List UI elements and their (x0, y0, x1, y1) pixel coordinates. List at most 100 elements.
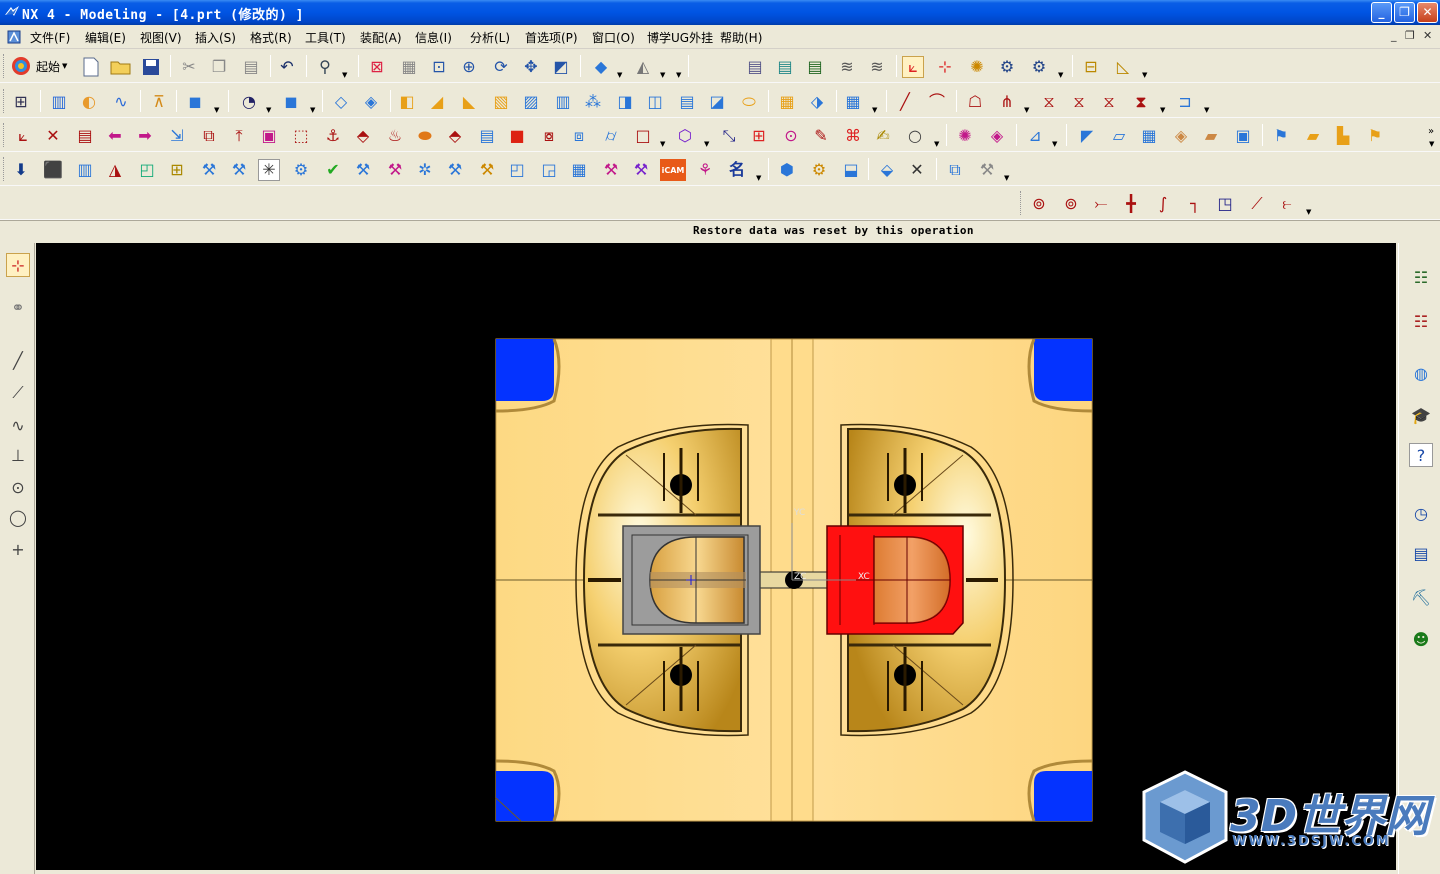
start-button[interactable]: 起始 ▼ (10, 54, 67, 78)
trim-body-icon[interactable]: ◨ (614, 91, 636, 113)
shaded-view-icon[interactable]: ◆ (590, 56, 612, 78)
wcs-dynamics-icon[interactable]: ⟀ (902, 56, 924, 78)
curve-offset-icon[interactable]: ⧖ (1038, 91, 1060, 113)
wcs-origin-icon[interactable]: ⊹ (934, 56, 956, 78)
slider-icon[interactable]: ⚒ (352, 159, 374, 181)
menu-edit[interactable]: 编辑(E) (85, 29, 126, 46)
extract-icon[interactable]: ⬗ (806, 91, 828, 113)
circle-center-tool-icon[interactable]: ⊙ (6, 475, 30, 499)
helix-icon[interactable]: ⌘ (842, 125, 864, 147)
wcs-rotate-icon[interactable]: ✺ (966, 56, 988, 78)
save-icon[interactable] (140, 56, 162, 78)
polyline-tool-icon[interactable]: ⟋ (6, 381, 30, 405)
training-icon[interactable]: 🎓 (1409, 403, 1433, 427)
red-cube-icon[interactable]: ■ (506, 125, 528, 147)
package-icon[interactable]: ⬢ (776, 159, 798, 181)
menu-information[interactable]: 信息(I) (415, 29, 452, 46)
corner-icon[interactable]: ┐ (1184, 193, 1206, 215)
cooling-icon[interactable]: ⚒ (476, 159, 498, 181)
sew-icon[interactable]: ▤ (676, 91, 698, 113)
wedge-icon[interactable]: ⬘ (444, 125, 466, 147)
chevron-down-icon[interactable]: ▼ (934, 140, 939, 148)
project-curve-icon[interactable]: ⧖ (1098, 91, 1120, 113)
edit-curve-icon[interactable]: ⥼ (1276, 193, 1298, 215)
chevron-down-icon[interactable]: ▼ (1429, 140, 1434, 148)
curve-trim-icon[interactable]: ⊚ (1060, 193, 1082, 215)
process-studio-icon[interactable]: ⛏ (1409, 585, 1433, 609)
chevron-down-icon[interactable]: ▼ (1052, 140, 1057, 148)
chevron-down-icon[interactable]: ▼ (704, 140, 709, 148)
cylinder-cut-icon[interactable]: ⌭ (600, 125, 622, 147)
layout-icon[interactable]: ◰ (136, 159, 158, 181)
menu-ug-plugin[interactable]: 博学UG外挂 (647, 29, 713, 46)
surface-1-icon[interactable]: ◤ (1076, 125, 1098, 147)
offset-face-icon[interactable]: ▨ (520, 91, 542, 113)
chevron-down-icon[interactable]: ▼ (1142, 71, 1147, 79)
zoom-window-icon[interactable]: ▦ (398, 56, 420, 78)
shell-icon[interactable]: ◐ (78, 91, 100, 113)
transform-icon[interactable]: ⧉ (198, 125, 220, 147)
surface-9-icon[interactable]: ▙ (1332, 125, 1354, 147)
surface-5-icon[interactable]: ▰ (1200, 125, 1222, 147)
split-body-icon[interactable]: ◫ (644, 91, 666, 113)
stack-icon[interactable]: ▤ (476, 125, 498, 147)
intersect-curve-icon[interactable]: ⧗ (1130, 91, 1152, 113)
circle-tool-icon[interactable]: ◯ (6, 505, 30, 529)
shrinkage-icon[interactable]: ▥ (74, 159, 96, 181)
system-materials-icon[interactable]: ▤ (1409, 541, 1433, 565)
stretch-curve-icon[interactable]: ⟋ (1246, 193, 1268, 215)
new-file-icon[interactable] (80, 56, 102, 78)
box-icon[interactable]: ▣ (258, 125, 280, 147)
pattern-icon[interactable]: ⁂ (582, 91, 604, 113)
chevron-down-icon[interactable]: ▼ (1160, 106, 1165, 114)
chevron-down-icon[interactable]: ▼ (1058, 71, 1063, 79)
chevron-down-icon[interactable]: ▼ (1204, 106, 1209, 114)
chevron-down-icon[interactable]: ▼ (617, 71, 622, 79)
page-curve-icon[interactable]: ◳ (1214, 193, 1236, 215)
arc-icon[interactable]: ⌒ (926, 91, 948, 113)
face-blend-icon[interactable]: ◣ (458, 91, 480, 113)
toolbar-grip[interactable] (3, 157, 6, 181)
chevron-down-icon[interactable]: ▼ (1004, 174, 1009, 182)
menu-window[interactable]: 窗口(O) (592, 29, 635, 46)
select-filter-icon[interactable]: ⚲ (314, 56, 336, 78)
chevron-down-icon[interactable]: ▼ (756, 174, 761, 182)
point-icon[interactable]: ⊞ (748, 125, 770, 147)
chamfer-icon[interactable]: ◢ (426, 91, 448, 113)
icam-button[interactable]: iCAM (660, 159, 686, 181)
face-icon[interactable]: ◇ (330, 91, 352, 113)
workpiece-icon[interactable]: ◮ (104, 159, 126, 181)
toolbar-grip[interactable] (1020, 191, 1023, 215)
upload-icon[interactable]: ⤒ (228, 125, 250, 147)
runner-icon[interactable]: ⚒ (444, 159, 466, 181)
extrude-icon[interactable]: ⊼ (148, 91, 170, 113)
polygon-icon[interactable]: ⬡ (674, 125, 696, 147)
rotate-icon[interactable]: ⟳ (490, 56, 512, 78)
chevron-down-icon[interactable]: ▼ (1024, 106, 1029, 114)
mold-tools-icon[interactable]: ⚒ (198, 159, 220, 181)
boss-icon[interactable]: ⬭ (738, 91, 760, 113)
snap-point-icon[interactable]: ⊹ (6, 253, 30, 277)
sketch-icon[interactable]: ◔ (238, 91, 260, 113)
mdi-minimize-button[interactable]: _ (1391, 29, 1397, 42)
wcs-display-icon[interactable]: ⚙ (1028, 56, 1050, 78)
block-icon[interactable]: ◼ (184, 91, 206, 113)
zoom-box-icon[interactable]: ⊡ (428, 56, 450, 78)
tray-icon[interactable]: ⬓ (840, 159, 862, 181)
surface-2-icon[interactable]: ▱ (1108, 125, 1130, 147)
open-folder-icon[interactable] (110, 56, 132, 78)
toolbar-grip[interactable] (3, 89, 6, 113)
surface-3-icon[interactable]: ▦ (1138, 125, 1160, 147)
chevron-down-icon[interactable]: ▼ (660, 140, 665, 148)
paste-icon[interactable]: ▤ (240, 56, 262, 78)
bom-icon[interactable]: ⚒ (600, 159, 622, 181)
chevron-down-icon[interactable]: ▼ (1306, 208, 1311, 216)
layer-settings-icon[interactable]: ▤ (744, 56, 766, 78)
part-navigator-icon[interactable]: ⊞ (10, 91, 32, 113)
cube-icon[interactable]: ⬚ (290, 125, 312, 147)
point-set-icon[interactable]: ⋔ (996, 91, 1018, 113)
standard-part-icon[interactable]: ⚙ (290, 159, 312, 181)
eraser-icon[interactable]: ⬬ (414, 125, 436, 147)
pen-icon[interactable]: ✍ (872, 125, 894, 147)
layer-visible-icon[interactable]: ▤ (774, 56, 796, 78)
